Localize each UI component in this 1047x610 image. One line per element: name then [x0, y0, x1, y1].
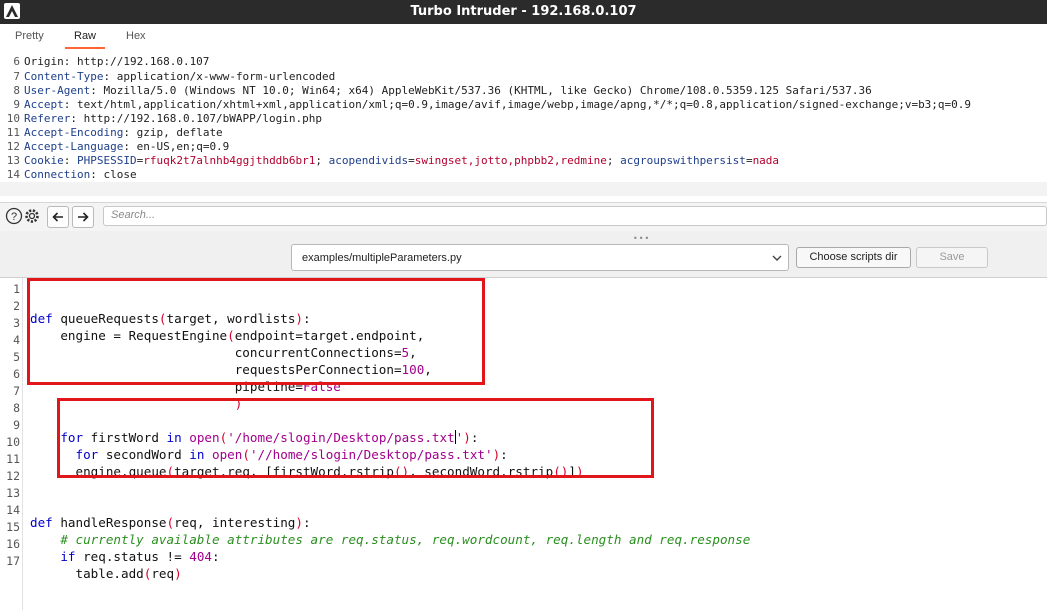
- code-line: 6 ): [13, 367, 243, 411]
- request-line: 15: [0, 168, 27, 195]
- previous-match-button[interactable]: [47, 206, 69, 228]
- request-cookie-line: 13 Cookie: PHPSESSID=rfuqk2t7alnhb4ggjthd…: [6, 154, 780, 167]
- tab-pretty[interactable]: Pretty: [15, 30, 44, 42]
- tab-hex[interactable]: Hex: [126, 30, 146, 42]
- arrow-right-icon: [78, 212, 89, 222]
- code-line: 11: [6, 452, 20, 466]
- code-line: 5 pipeline=False: [13, 350, 341, 394]
- code-line: 15 if req.status != 404:: [6, 520, 220, 564]
- code-line: 9 for secondWord in open('//home/slogin/…: [13, 418, 508, 462]
- code-line: 10 engine.queue(target.req, [firstWord.r…: [6, 435, 584, 479]
- code-line: 2 engine = RequestEngine(endpoint=target…: [13, 299, 425, 343]
- request-line: 10 Referer: http://192.168.0.107/bWAPP/lo…: [6, 112, 323, 125]
- search-toolbar: ? Search...: [0, 202, 1047, 231]
- code-line: 4 requestsPerConnection=100,: [13, 333, 432, 377]
- window-title: Turbo Intruder - 192.168.0.107: [410, 4, 637, 19]
- choose-scripts-dir-button[interactable]: Choose scripts dir: [796, 247, 911, 268]
- request-line: 9 Accept: text/html,application/xhtml+xml…: [13, 98, 972, 111]
- code-line: 8 for firstWord in open('/home/slogin/De…: [13, 401, 479, 445]
- code-line: 12: [6, 469, 20, 483]
- chevron-down-icon: [772, 255, 782, 261]
- save-button[interactable]: Save: [916, 247, 988, 268]
- request-line-partial: 6 Origin: http://192.168.0.107: [13, 55, 210, 68]
- code-line: 7: [13, 384, 20, 398]
- help-icon[interactable]: ?: [5, 207, 23, 225]
- request-line: 11 Accept-Encoding: gzip, deflate: [6, 126, 223, 139]
- code-line: 17: [6, 554, 20, 568]
- code-line: 3 concurrentConnections=5,: [13, 316, 417, 360]
- code-line: 1 def queueRequests(target, wordlists):: [13, 282, 311, 326]
- request-line: 8 User-Agent: Mozilla/5.0 (Windows NT 10.…: [13, 84, 872, 97]
- gear-icon[interactable]: [23, 207, 41, 225]
- script-controls: examples/multipleParameters.py Choose sc…: [0, 241, 1047, 278]
- window-title-bar: Turbo Intruder - 192.168.0.107: [0, 0, 1047, 24]
- code-line: 14 # currently available attributes are …: [6, 503, 751, 547]
- code-line: 13 def handleResponse(req, interesting):: [6, 486, 311, 530]
- tab-raw[interactable]: Raw: [64, 30, 106, 49]
- request-body-line: 16login=%s&password=%s&security_level=0&…: [0, 182, 1047, 198]
- request-editor[interactable]: 6 Origin: http://192.168.0.107 7 Content-T…: [0, 48, 1047, 198]
- script-select[interactable]: examples/multipleParameters.py: [291, 244, 789, 271]
- script-select-value: examples/multipleParameters.py: [302, 252, 462, 264]
- split-pane-divider[interactable]: •••: [0, 231, 1047, 243]
- code-line: 16 table.add(req): [6, 537, 182, 581]
- request-line: 7 Content-Type: application/x-www-form-ur…: [13, 70, 336, 83]
- script-editor[interactable]: 1 def queueRequests(target, wordlists): …: [0, 278, 1047, 610]
- search-input[interactable]: Search...: [103, 206, 1047, 226]
- annotation-box-engine-config: [27, 278, 485, 385]
- arrow-left-icon: [52, 212, 63, 222]
- request-line: 14 Connection: close: [6, 168, 137, 181]
- request-line: 12 Accept-Language: en-US,en;q=0.9: [6, 140, 230, 153]
- message-view-tabs: Pretty Raw Hex: [0, 24, 1047, 49]
- next-match-button[interactable]: [72, 206, 94, 228]
- svg-text:?: ?: [11, 211, 17, 223]
- annotation-box-wordlist-loop: [57, 398, 654, 478]
